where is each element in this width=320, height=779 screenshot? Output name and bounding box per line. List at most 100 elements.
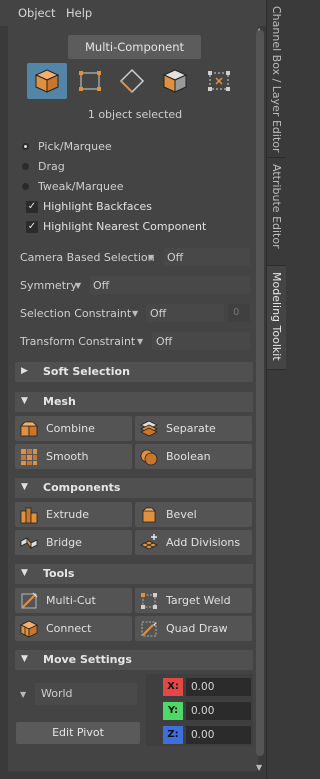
x-axis-label: X: xyxy=(163,678,183,696)
boolean-button[interactable]: Boolean xyxy=(135,444,252,469)
selection-constraint-value: Off xyxy=(150,307,167,320)
scroll-down-arrow-icon[interactable]: ▼ xyxy=(256,763,262,772)
bevel-button[interactable]: Bevel xyxy=(135,502,252,527)
smooth-button[interactable]: Smooth xyxy=(15,444,132,469)
menu-help[interactable]: Help xyxy=(66,6,92,20)
tab-modeling-toolkit-label: Modeling Toolkit xyxy=(270,272,283,361)
z-axis-label: Z: xyxy=(163,726,183,744)
mesh-title: Mesh xyxy=(43,395,76,408)
soft-selection-section-header[interactable]: ▶ Soft Selection xyxy=(15,362,253,382)
expand-arrow-icon: ▶ xyxy=(21,366,28,376)
uv-icon xyxy=(208,71,230,91)
edge-icon xyxy=(119,68,145,94)
quad-draw-icon xyxy=(141,621,157,637)
boolean-label: Boolean xyxy=(166,450,211,463)
symmetry-value: Off xyxy=(93,279,110,292)
checkmark-icon: ✓ xyxy=(26,221,38,233)
scrollbar[interactable] xyxy=(256,30,264,756)
collapse-arrow-icon: ▼ xyxy=(21,568,28,578)
dropdown-arrow-icon[interactable]: ▼ xyxy=(137,337,143,346)
add-divisions-label: Add Divisions xyxy=(166,536,241,549)
collapse-arrow-icon: ▼ xyxy=(21,482,28,492)
connect-button[interactable]: Connect xyxy=(15,616,132,641)
y-axis-label: Y: xyxy=(163,702,183,720)
camera-based-selection-label: Camera Based Selection xyxy=(20,251,155,264)
cube-object-icon xyxy=(34,69,60,93)
bridge-icon xyxy=(20,536,38,550)
dropdown-arrow-icon[interactable]: ▼ xyxy=(20,690,26,699)
tools-title: Tools xyxy=(43,567,75,580)
menu-object[interactable]: Object xyxy=(18,6,55,20)
multi-cut-icon xyxy=(21,592,38,609)
multi-cut-label: Multi-Cut xyxy=(46,594,96,607)
vertex-icon xyxy=(79,71,101,91)
drag-label: Drag xyxy=(38,160,65,173)
move-settings-title: Move Settings xyxy=(43,653,132,666)
x-value-field[interactable]: 0.00 xyxy=(186,678,251,696)
components-section-header[interactable]: ▼ Components xyxy=(15,478,253,498)
quad-draw-button[interactable]: Quad Draw xyxy=(135,616,252,641)
extrude-button[interactable]: Extrude xyxy=(15,502,132,527)
bridge-label: Bridge xyxy=(46,536,82,549)
selection-constraint-number[interactable]: 0 xyxy=(228,304,250,322)
checkmark-icon: ✓ xyxy=(26,201,38,213)
uv-mode-button[interactable] xyxy=(199,63,239,99)
edge-mode-button[interactable] xyxy=(112,63,152,99)
radio-icon xyxy=(22,163,29,170)
selection-constraint-label: Selection Constraint xyxy=(20,307,132,320)
tools-section-header[interactable]: ▼ Tools xyxy=(15,564,253,584)
camera-based-selection-value: Off xyxy=(167,251,184,264)
target-weld-label: Target Weld xyxy=(166,594,231,607)
tab-channel-box[interactable]: Channel Box / Layer Editor xyxy=(267,0,286,158)
symmetry-option[interactable]: Symmetry ▼ Off xyxy=(20,277,250,295)
soft-selection-title: Soft Selection xyxy=(43,365,130,378)
pick-marquee-label: Pick/Marquee xyxy=(38,140,112,153)
face-mode-button[interactable] xyxy=(155,63,195,99)
selection-status: 1 object selected xyxy=(87,108,183,121)
tab-channel-box-label: Channel Box / Layer Editor xyxy=(270,6,283,153)
y-value-field[interactable]: 0.00 xyxy=(186,702,251,720)
move-space-dropdown[interactable]: World xyxy=(35,683,137,705)
tweak-marquee-label: Tweak/Marquee xyxy=(38,180,124,193)
target-weld-icon xyxy=(141,593,157,609)
multi-component-button[interactable]: Multi-Component xyxy=(68,35,201,59)
edit-pivot-button[interactable]: Edit Pivot xyxy=(16,722,140,744)
add-divisions-button[interactable]: Add Divisions xyxy=(135,530,252,555)
boolean-icon xyxy=(140,449,158,466)
bevel-label: Bevel xyxy=(166,508,197,521)
smooth-icon xyxy=(21,449,37,465)
selection-constraint-option[interactable]: Selection Constraint ▼ Off xyxy=(20,305,225,323)
transform-constraint-value: Off xyxy=(156,335,173,348)
multi-cut-button[interactable]: Multi-Cut xyxy=(15,588,132,613)
add-divisions-icon xyxy=(140,534,158,550)
vertex-mode-button[interactable] xyxy=(70,63,110,99)
bevel-icon xyxy=(142,507,156,523)
radio-icon xyxy=(22,183,29,190)
object-mode-button[interactable] xyxy=(27,63,67,99)
face-icon xyxy=(162,69,188,93)
camera-based-selection-option[interactable]: Camera Based Selection ▼ Off xyxy=(20,249,250,267)
dropdown-arrow-icon[interactable]: ▼ xyxy=(148,253,154,262)
dropdown-arrow-icon[interactable]: ▼ xyxy=(132,309,138,318)
connect-label: Connect xyxy=(46,622,92,635)
smooth-label: Smooth xyxy=(46,450,89,463)
quad-draw-label: Quad Draw xyxy=(166,622,228,635)
transform-constraint-label: Transform Constraint xyxy=(20,335,136,348)
collapse-arrow-icon: ▼ xyxy=(21,654,28,664)
separate-button[interactable]: Separate xyxy=(135,416,252,441)
radio-selected-icon xyxy=(22,143,29,150)
mesh-section-header[interactable]: ▼ Mesh xyxy=(15,392,253,412)
tab-modeling-toolkit[interactable]: Modeling Toolkit xyxy=(267,266,286,370)
components-title: Components xyxy=(43,481,121,494)
combine-button[interactable]: Combine xyxy=(15,416,132,441)
target-weld-button[interactable]: Target Weld xyxy=(135,588,252,613)
transform-constraint-option[interactable]: Transform Constraint ▼ Off xyxy=(20,333,250,351)
vertical-tab-strip: Channel Box / Layer Editor Attribute Edi… xyxy=(266,0,286,779)
move-settings-section-header[interactable]: ▼ Move Settings xyxy=(15,650,253,670)
dropdown-arrow-icon[interactable]: ▼ xyxy=(75,281,81,290)
separate-icon xyxy=(140,420,158,437)
bridge-button[interactable]: Bridge xyxy=(15,530,132,555)
z-value-field[interactable]: 0.00 xyxy=(186,726,251,744)
combine-label: Combine xyxy=(46,422,95,435)
tab-attribute-editor[interactable]: Attribute Editor xyxy=(267,158,286,266)
